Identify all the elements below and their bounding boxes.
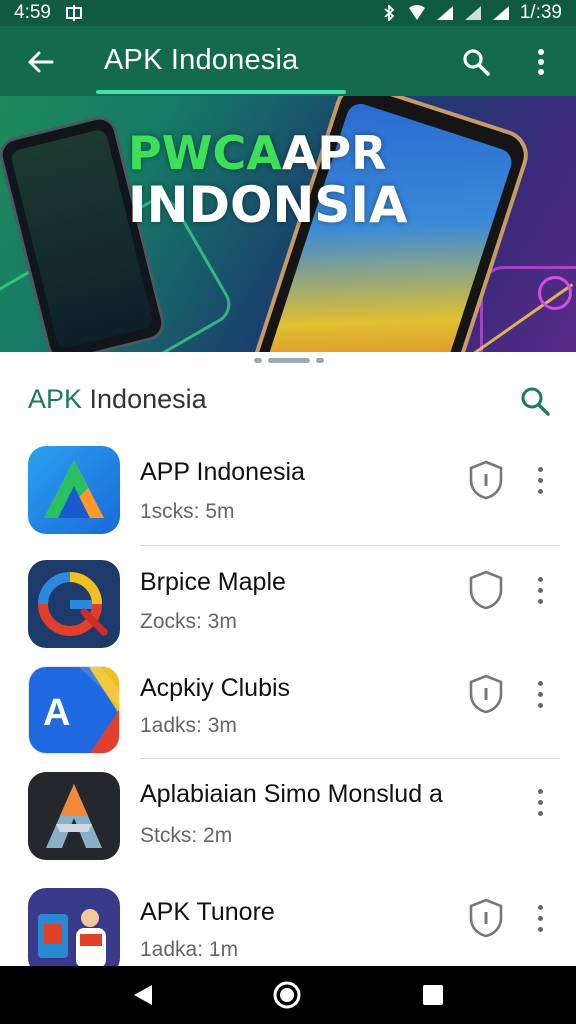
item-more-button[interactable] — [530, 782, 550, 822]
app-icon — [28, 772, 120, 860]
svg-text:A: A — [43, 692, 70, 734]
app-subtitle: 1adka: 1m — [140, 938, 239, 961]
status-bar: 4:59 1/:39 — [0, 0, 576, 26]
shield-info-icon[interactable] — [468, 674, 504, 714]
square-recents-icon — [423, 985, 443, 1005]
sheet-drag-handle[interactable] — [254, 357, 324, 363]
item-more-button[interactable] — [530, 570, 550, 610]
app-subtitle: Zocks: 3m — [140, 610, 237, 633]
app-name: Aplabiaian Simo Monslud a — [140, 780, 443, 808]
search-icon — [463, 49, 490, 76]
status-clock: 1/:39 — [519, 2, 562, 23]
notification-icon — [65, 5, 82, 21]
list-header-rest: Indonesia — [82, 384, 207, 414]
signal-2-icon — [464, 6, 481, 20]
neon-circle — [538, 276, 572, 310]
battery-icon — [492, 6, 509, 20]
list-search-button[interactable] — [518, 384, 552, 418]
nav-back-button[interactable] — [128, 980, 158, 1010]
list-item[interactable]: Aplabiaian Simo Monslud a Stcks: 2m — [0, 766, 576, 876]
banner-line2: INDONSIA — [128, 176, 408, 234]
app-subtitle: Stcks: 2m — [140, 824, 233, 847]
arrow-back-icon — [28, 51, 54, 73]
back-button[interactable] — [22, 44, 58, 80]
shield-icon[interactable] — [468, 570, 504, 610]
more-vert-icon — [538, 49, 544, 75]
app-name: APP Indonesia — [140, 458, 305, 486]
app-bar-title: APK Indonesia — [104, 44, 299, 76]
item-more-button[interactable] — [530, 460, 550, 500]
app-icon — [28, 446, 120, 534]
app-subtitle: 1scks: 5m — [140, 500, 235, 523]
promo-banner[interactable]: PWCAAPR INDONSIA — [0, 96, 576, 352]
system-nav-bar — [0, 966, 576, 1024]
item-more-button[interactable] — [530, 898, 550, 938]
wifi-icon — [408, 5, 425, 20]
app-bar-search-button[interactable] — [458, 44, 494, 80]
signal-icon — [436, 6, 453, 20]
status-time: 4:59 — [14, 2, 51, 23]
app-bar: APK Indonesia — [0, 26, 576, 96]
banner-line1-white: APR — [281, 126, 387, 180]
app-icon — [28, 888, 120, 976]
list-header: APK Indonesia — [28, 384, 207, 415]
app-icon: A — [28, 666, 120, 754]
list-item[interactable]: APP Indonesia 1scks: 5m — [0, 440, 576, 550]
triangle-back-icon — [134, 985, 152, 1005]
list-item[interactable]: Brpice Maple Zocks: 3m — [0, 556, 576, 666]
divider — [140, 758, 560, 759]
app-icon — [28, 560, 120, 648]
app-name: Acpkiy Clubis — [140, 674, 291, 702]
banner-line1-green: PWCA — [128, 126, 282, 180]
circle-home-icon — [273, 981, 301, 1009]
title-underline — [96, 90, 346, 94]
nav-recents-button[interactable] — [418, 980, 448, 1010]
app-name: APK Tunore — [140, 898, 275, 926]
shield-info-icon[interactable] — [468, 460, 504, 500]
overflow-menu-button[interactable] — [526, 44, 556, 80]
list-item[interactable]: A Acpkiy Clubis 1adks: 3m — [0, 662, 576, 772]
divider — [140, 545, 560, 546]
item-more-button[interactable] — [530, 674, 550, 714]
list-header-accent: APK — [28, 384, 83, 414]
shield-info-icon[interactable] — [468, 898, 504, 938]
app-name: Brpice Maple — [140, 568, 286, 596]
app-subtitle: 1adks: 3m — [140, 714, 237, 737]
bluetooth-icon — [384, 5, 395, 21]
nav-home-button[interactable] — [272, 980, 302, 1010]
search-icon — [521, 387, 550, 416]
